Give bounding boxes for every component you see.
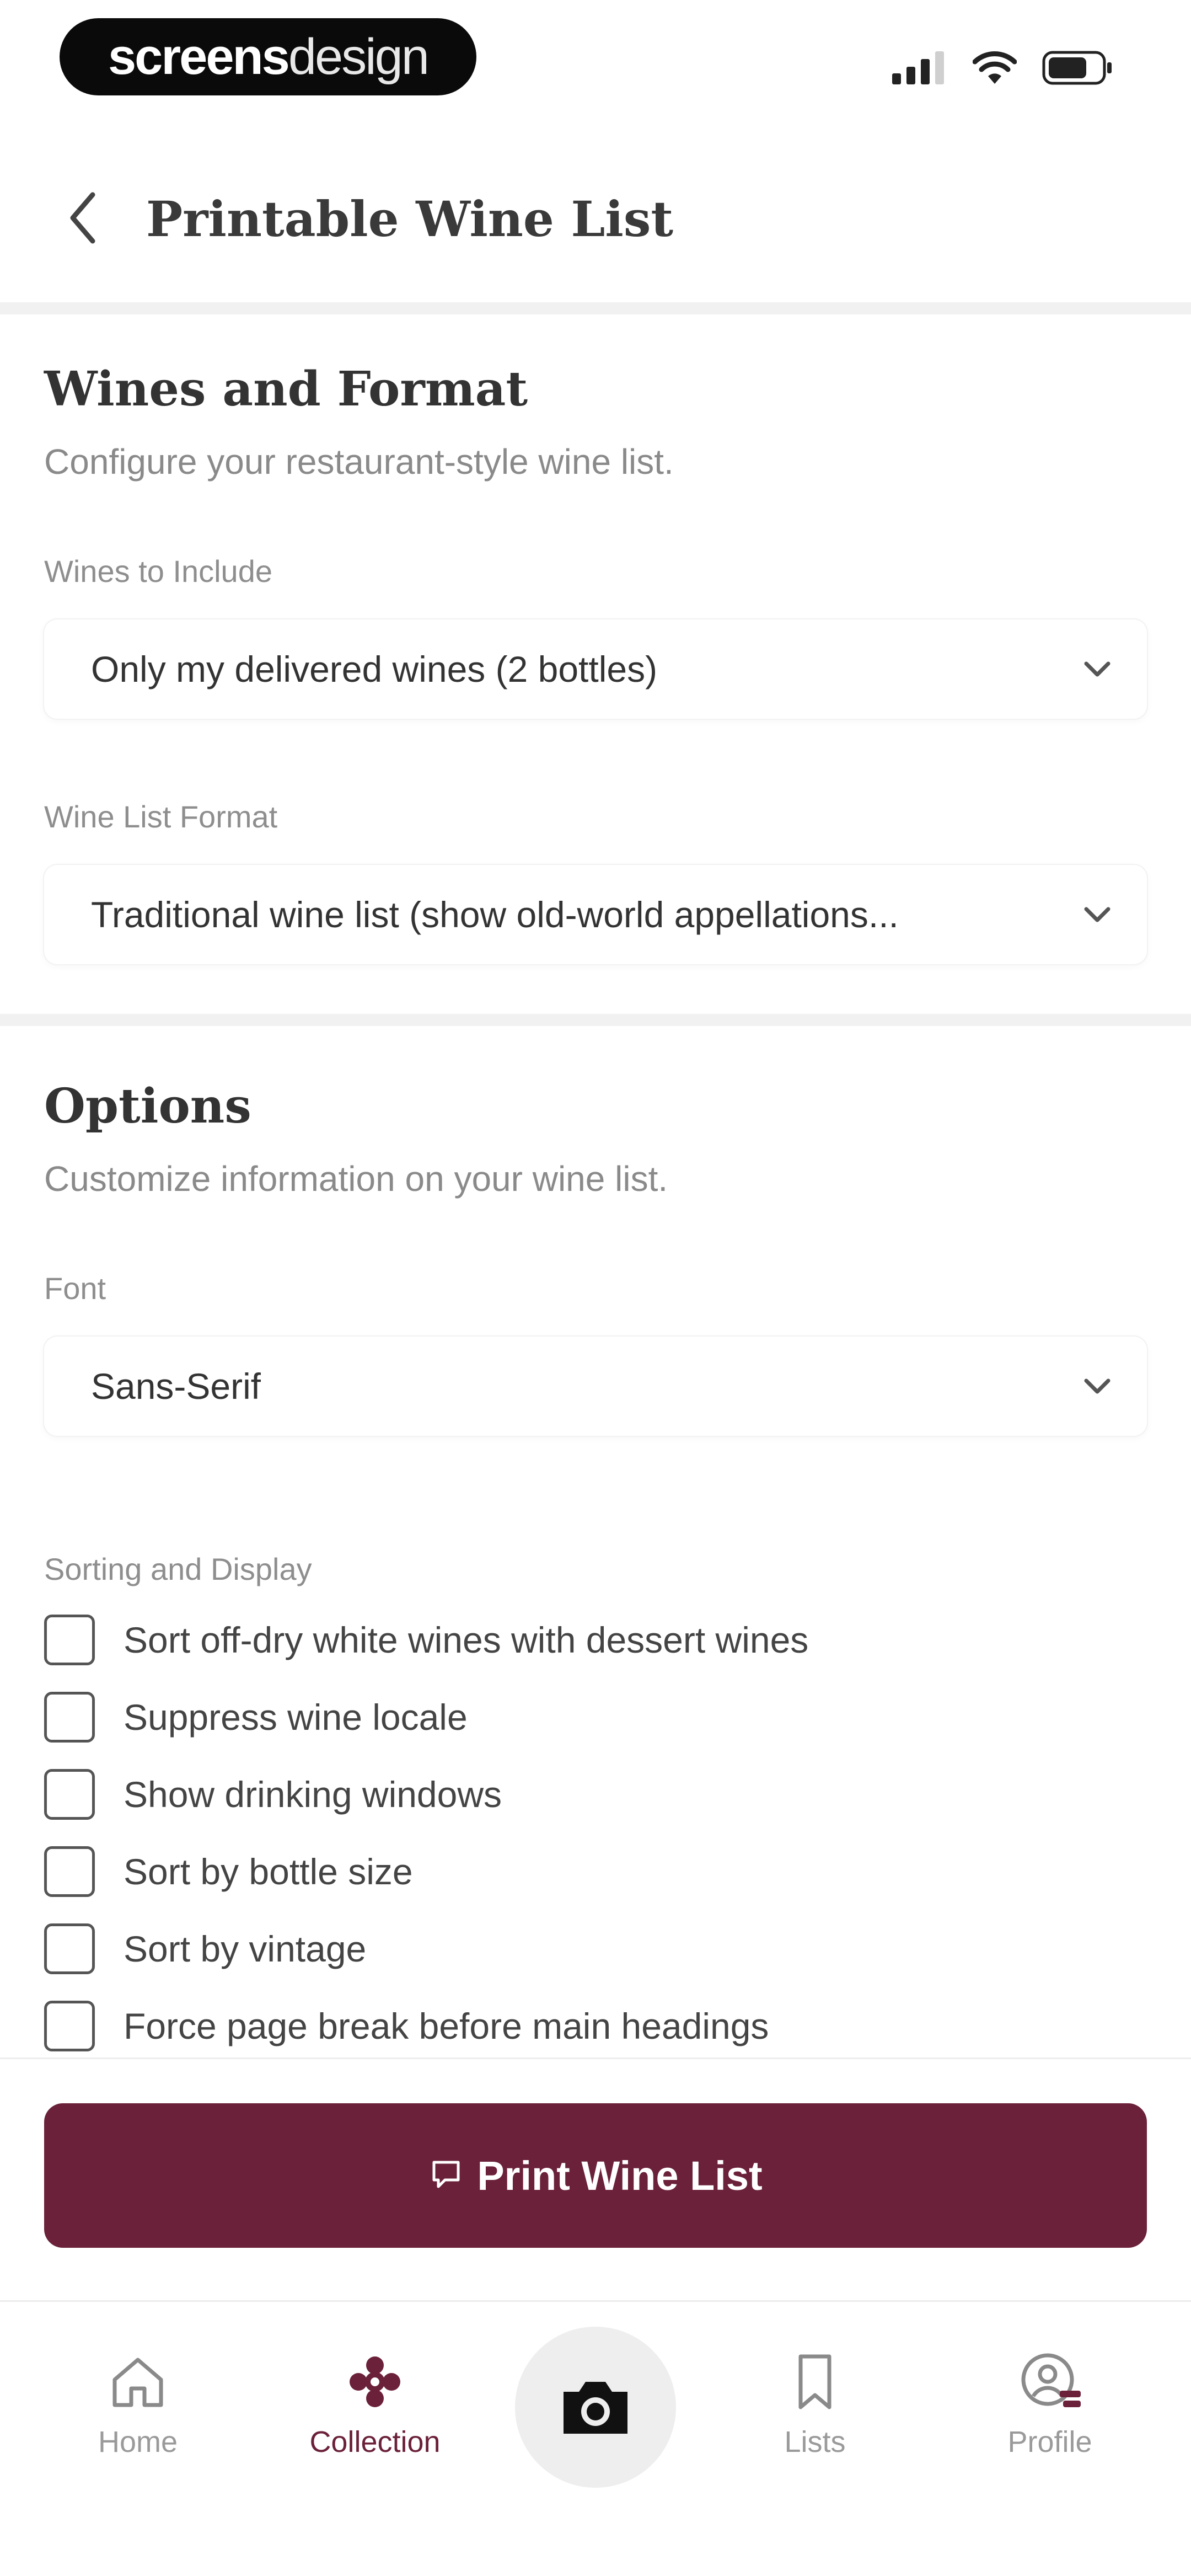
wines-to-include-label: Wines to Include	[44, 554, 272, 589]
bookmark-icon	[798, 2354, 831, 2409]
checkbox-drinking-windows[interactable]: Show drinking windows	[44, 1764, 502, 1825]
collection-icon	[350, 2356, 400, 2407]
page-title: Printable Wine List	[146, 190, 674, 248]
camera-button[interactable]	[515, 2327, 676, 2488]
print-bar: Print Wine List	[0, 2057, 1191, 2302]
font-label: Font	[44, 1271, 106, 1306]
back-button[interactable]	[55, 188, 110, 248]
chevron-down-icon	[1084, 907, 1110, 922]
font-value: Sans-Serif	[91, 1366, 261, 1407]
sorting-display-label: Sorting and Display	[44, 1552, 312, 1586]
brand-bold: screens	[108, 28, 290, 85]
nav-lists[interactable]: Lists	[727, 2349, 903, 2459]
status-bar: screens design	[0, 0, 1191, 127]
checkbox-label: Force page break before main headings	[124, 2006, 769, 2046]
checkbox[interactable]	[44, 1615, 95, 1665]
brand-logo: screens design	[60, 18, 476, 95]
chevron-down-icon	[1084, 1378, 1110, 1394]
profile-icon	[1021, 2353, 1081, 2407]
checkbox[interactable]	[44, 1846, 95, 1897]
font-select[interactable]: Sans-Serif	[44, 1337, 1147, 1436]
home-icon	[112, 2358, 163, 2407]
wifi-icon	[973, 51, 1017, 84]
print-button-label: Print Wine List	[477, 2152, 763, 2199]
nav-label-collection: Collection	[309, 2425, 441, 2459]
header: Printable Wine List	[0, 127, 1191, 309]
checkbox-label: Sort off-dry white wines with dessert wi…	[124, 1620, 809, 1660]
checkbox-label: Suppress wine locale	[124, 1697, 468, 1738]
brand-light: design	[288, 28, 430, 85]
checkbox-sort-off-dry[interactable]: Sort off-dry white wines with dessert wi…	[44, 1610, 808, 1670]
wines-to-include-select[interactable]: Only my delivered wines (2 bottles)	[44, 619, 1147, 719]
section-subtitle-options: Customize information on your wine list.	[44, 1159, 668, 1199]
checkbox[interactable]	[44, 1692, 95, 1743]
checkbox-label: Sort by vintage	[124, 1928, 367, 1969]
wine-list-format-label: Wine List Format	[44, 799, 278, 834]
section-subtitle-wines-format: Configure your restaurant-style wine lis…	[44, 442, 674, 482]
divider	[0, 1014, 1191, 1026]
wines-to-include-value: Only my delivered wines (2 bottles)	[91, 649, 658, 690]
nav-label-lists: Lists	[784, 2425, 846, 2459]
divider	[0, 302, 1191, 314]
nav-home[interactable]: Home	[50, 2349, 226, 2459]
nav-label-profile: Profile	[1007, 2425, 1092, 2459]
chevron-down-icon	[1084, 661, 1110, 677]
bottom-nav: Home Collection Lists Profile	[0, 2300, 1191, 2576]
checkbox[interactable]	[44, 1769, 95, 1820]
checkbox-sort-bottle-size[interactable]: Sort by bottle size	[44, 1841, 413, 1902]
printer-icon	[432, 2161, 460, 2188]
checkbox-sort-vintage[interactable]: Sort by vintage	[44, 1918, 366, 1979]
wine-list-format-value: Traditional wine list (show old-world ap…	[91, 894, 899, 935]
nav-collection[interactable]: Collection	[287, 2349, 463, 2459]
status-icons	[892, 51, 1114, 85]
battery-icon	[1042, 51, 1112, 85]
checkbox[interactable]	[44, 1923, 95, 1974]
checkbox[interactable]	[44, 2001, 95, 2051]
section-title-options: Options	[44, 1078, 251, 1134]
wine-list-format-select[interactable]: Traditional wine list (show old-world ap…	[44, 865, 1147, 964]
checkbox-page-break[interactable]: Force page break before main headings	[44, 1996, 769, 2056]
signal-icon	[892, 51, 944, 84]
camera-icon	[564, 2382, 627, 2434]
nav-profile[interactable]: Profile	[962, 2349, 1138, 2459]
print-wine-list-button[interactable]: Print Wine List	[44, 2103, 1147, 2248]
nav-label-home: Home	[98, 2425, 178, 2459]
checkbox-label: Sort by bottle size	[124, 1851, 413, 1892]
checkbox-label: Show drinking windows	[124, 1774, 502, 1815]
app-screen: screens design Printable Wine List Wines…	[0, 0, 1191, 2576]
section-title-wines-format: Wines and Format	[44, 361, 528, 417]
chevron-left-icon	[70, 192, 95, 244]
checkbox-suppress-locale[interactable]: Suppress wine locale	[44, 1687, 468, 1747]
